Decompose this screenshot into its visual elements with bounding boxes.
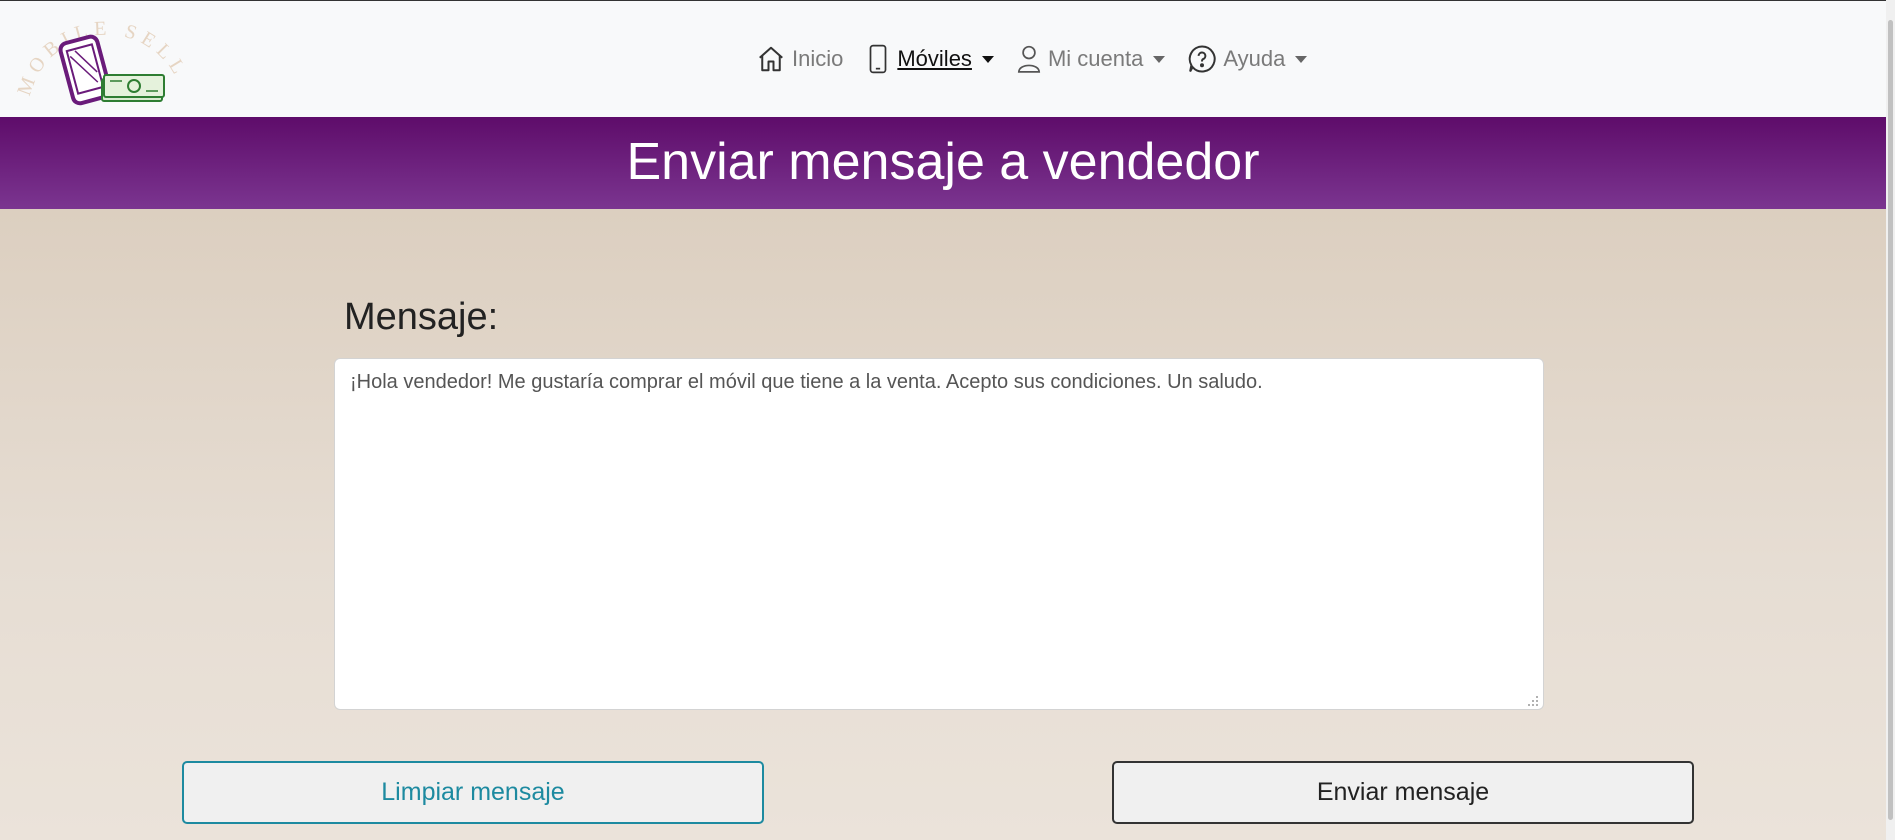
page-scrollbar[interactable] — [1886, 0, 1895, 840]
nav-moviles-label: Móviles — [897, 46, 972, 71]
scrollbar-thumb[interactable] — [1888, 20, 1893, 820]
page-title-banner: Enviar mensaje a vendedor — [0, 117, 1886, 209]
nav-mi-cuenta-label: Mi cuenta — [1047, 46, 1144, 71]
home-icon — [759, 46, 783, 72]
nav-ayuda[interactable]: Ayuda — [1187, 44, 1308, 74]
message-textarea[interactable]: ¡Hola vendedor! Me gustaría comprar el m… — [334, 358, 1544, 710]
help-icon — [1189, 45, 1216, 73]
clear-message-button[interactable]: Limpiar mensaje — [182, 761, 764, 824]
nav-inicio[interactable]: Inicio — [756, 44, 843, 74]
navbar: MOBILE SELL Inicio Móviles Mi cuenta Ayu… — [0, 0, 1886, 117]
resize-grip-icon[interactable] — [1526, 694, 1540, 708]
mobile-sell-logo[interactable]: MOBILE SELL — [10, 9, 190, 109]
main-nav: Inicio Móviles Mi cuenta Ayuda — [756, 41, 1329, 77]
send-message-button[interactable]: Enviar mensaje — [1112, 761, 1694, 824]
nav-ayuda-label: Ayuda — [1223, 46, 1286, 71]
chevron-down-icon — [981, 55, 994, 63]
message-label: Mensaje: — [344, 296, 499, 338]
phone-icon — [870, 44, 887, 74]
page-title: Enviar mensaje a vendedor — [626, 133, 1260, 191]
chevron-down-icon — [1153, 55, 1166, 63]
nav-moviles[interactable]: Móviles — [865, 44, 994, 74]
user-icon — [1017, 45, 1041, 73]
clear-message-label: Limpiar mensaje — [381, 778, 565, 806]
send-message-label: Enviar mensaje — [1316, 778, 1490, 806]
nav-inicio-label: Inicio — [792, 46, 844, 71]
nav-mi-cuenta[interactable]: Mi cuenta — [1016, 44, 1166, 74]
chevron-down-icon — [1295, 55, 1308, 63]
